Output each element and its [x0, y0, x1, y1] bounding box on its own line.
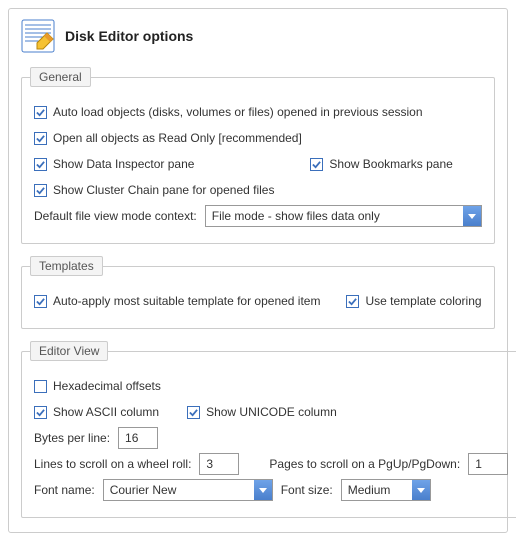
panel-header: Disk Editor options — [21, 19, 495, 53]
disk-editor-icon — [21, 19, 55, 53]
bytes-per-line-label: Bytes per line: — [34, 431, 110, 445]
templates-legend: Templates — [30, 256, 103, 276]
pages-scroll-label: Pages to scroll on a PgUp/PgDown: — [269, 457, 460, 471]
use-coloring-label: Use template coloring — [365, 294, 481, 308]
checkmark-icon — [34, 132, 47, 145]
auto-apply-label: Auto-apply most suitable template for op… — [53, 294, 320, 308]
chevron-down-icon — [254, 480, 272, 500]
auto-apply-template-checkbox[interactable]: Auto-apply most suitable template for op… — [34, 294, 320, 308]
unicode-label: Show UNICODE column — [206, 405, 337, 419]
font-size-select[interactable]: Medium — [341, 479, 431, 501]
checkmark-icon — [34, 106, 47, 119]
checkmark-icon — [34, 158, 47, 171]
cluster-chain-label: Show Cluster Chain pane for opened files — [53, 183, 274, 197]
unicode-column-checkbox[interactable]: Show UNICODE column — [187, 405, 337, 419]
templates-group: Templates Auto-apply most suitable templ… — [21, 256, 495, 329]
read-only-checkbox[interactable]: Open all objects as Read Only [recommend… — [34, 131, 302, 145]
view-mode-value: File mode - show files data only — [212, 209, 380, 223]
bookmarks-checkbox[interactable]: Show Bookmarks pane — [310, 157, 452, 171]
view-mode-select[interactable]: File mode - show files data only — [205, 205, 482, 227]
chevron-down-icon — [463, 206, 481, 226]
checkmark-icon — [346, 295, 359, 308]
ascii-label: Show ASCII column — [53, 405, 159, 419]
font-name-label: Font name: — [34, 483, 95, 497]
general-legend: General — [30, 67, 91, 87]
font-size-value: Medium — [348, 483, 391, 497]
ascii-column-checkbox[interactable]: Show ASCII column — [34, 405, 159, 419]
hex-offsets-label: Hexadecimal offsets — [53, 379, 161, 393]
general-group: General Auto load objects (disks, volume… — [21, 67, 495, 244]
font-name-select[interactable]: Courier New — [103, 479, 273, 501]
auto-load-checkbox[interactable]: Auto load objects (disks, volumes or fil… — [34, 105, 423, 119]
cluster-chain-checkbox[interactable]: Show Cluster Chain pane for opened files — [34, 183, 274, 197]
checkmark-icon — [187, 406, 200, 419]
editor-view-legend: Editor View — [30, 341, 108, 361]
use-coloring-checkbox[interactable]: Use template coloring — [346, 294, 481, 308]
data-inspector-label: Show Data Inspector pane — [53, 157, 194, 171]
read-only-label: Open all objects as Read Only [recommend… — [53, 131, 302, 145]
chevron-down-icon — [412, 480, 430, 500]
checkmark-icon — [34, 184, 47, 197]
font-name-value: Courier New — [110, 483, 177, 497]
wheel-lines-input[interactable] — [199, 453, 239, 475]
data-inspector-checkbox[interactable]: Show Data Inspector pane — [34, 157, 194, 171]
disk-editor-options-panel: Disk Editor options General Auto load ob… — [8, 8, 508, 533]
view-mode-label: Default file view mode context: — [34, 209, 197, 223]
checkmark-icon — [34, 406, 47, 419]
checkbox-empty-icon — [34, 380, 47, 393]
bytes-per-line-input[interactable] — [118, 427, 158, 449]
hex-offsets-checkbox[interactable]: Hexadecimal offsets — [34, 379, 161, 393]
checkmark-icon — [310, 158, 323, 171]
page-title: Disk Editor options — [65, 28, 193, 44]
checkmark-icon — [34, 295, 47, 308]
wheel-lines-label: Lines to scroll on a wheel roll: — [34, 457, 191, 471]
bookmarks-label: Show Bookmarks pane — [329, 157, 452, 171]
auto-load-label: Auto load objects (disks, volumes or fil… — [53, 105, 423, 119]
font-size-label: Font size: — [281, 483, 333, 497]
editor-view-group: Editor View Hexadecimal offsets Show ASC… — [21, 341, 516, 518]
pages-scroll-input[interactable] — [468, 453, 508, 475]
